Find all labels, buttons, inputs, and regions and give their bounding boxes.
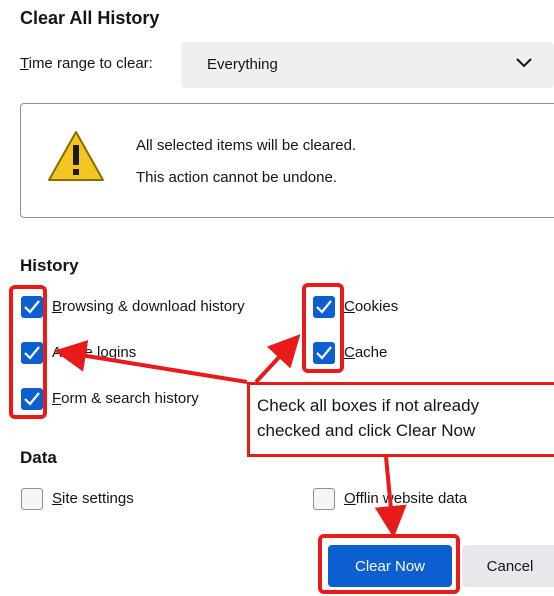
data-heading: Data bbox=[20, 448, 57, 467]
warning-text-line1: All selected items will be cleared. bbox=[136, 137, 357, 154]
cache-label: Cache bbox=[344, 344, 388, 361]
form-search-history-label: Form & search history bbox=[52, 390, 199, 407]
annotation-callout: Check all boxes if not already checked a… bbox=[247, 382, 554, 457]
warning-text-line2: This action cannot be undone. bbox=[136, 169, 337, 186]
site-settings-label: Site settings bbox=[52, 490, 134, 507]
cookies-label: Cookies bbox=[344, 298, 399, 315]
offline-website-data-label: Offlin website data bbox=[344, 490, 468, 507]
annotation-highlight-right-checkboxes bbox=[302, 283, 344, 373]
time-range-label: Time range to clear: bbox=[20, 55, 153, 72]
time-range-value: Everything bbox=[207, 56, 278, 73]
active-logins-label: Active logins bbox=[52, 344, 137, 361]
site-settings-checkbox[interactable] bbox=[21, 488, 43, 510]
annotation-line2: checked and click Clear Now bbox=[257, 421, 476, 440]
dialog-title: Clear All History bbox=[20, 8, 160, 28]
history-heading: History bbox=[20, 256, 79, 275]
chevron-down-icon bbox=[516, 58, 532, 68]
browsing-history-label: Browsing & download history bbox=[52, 298, 245, 315]
annotation-line1: Check all boxes if not already bbox=[257, 396, 480, 415]
cancel-button[interactable]: Cancel bbox=[462, 545, 554, 587]
annotation-highlight-left-checkboxes bbox=[9, 285, 47, 419]
time-range-select[interactable]: Everything bbox=[181, 42, 554, 88]
arrow-to-right-checkboxes bbox=[254, 334, 301, 384]
warning-triangle-icon bbox=[48, 131, 104, 181]
warning-panel: All selected items will be cleared. This… bbox=[20, 103, 554, 218]
offline-website-data-checkbox[interactable] bbox=[313, 488, 335, 510]
annotation-highlight-clear-now bbox=[318, 534, 460, 594]
